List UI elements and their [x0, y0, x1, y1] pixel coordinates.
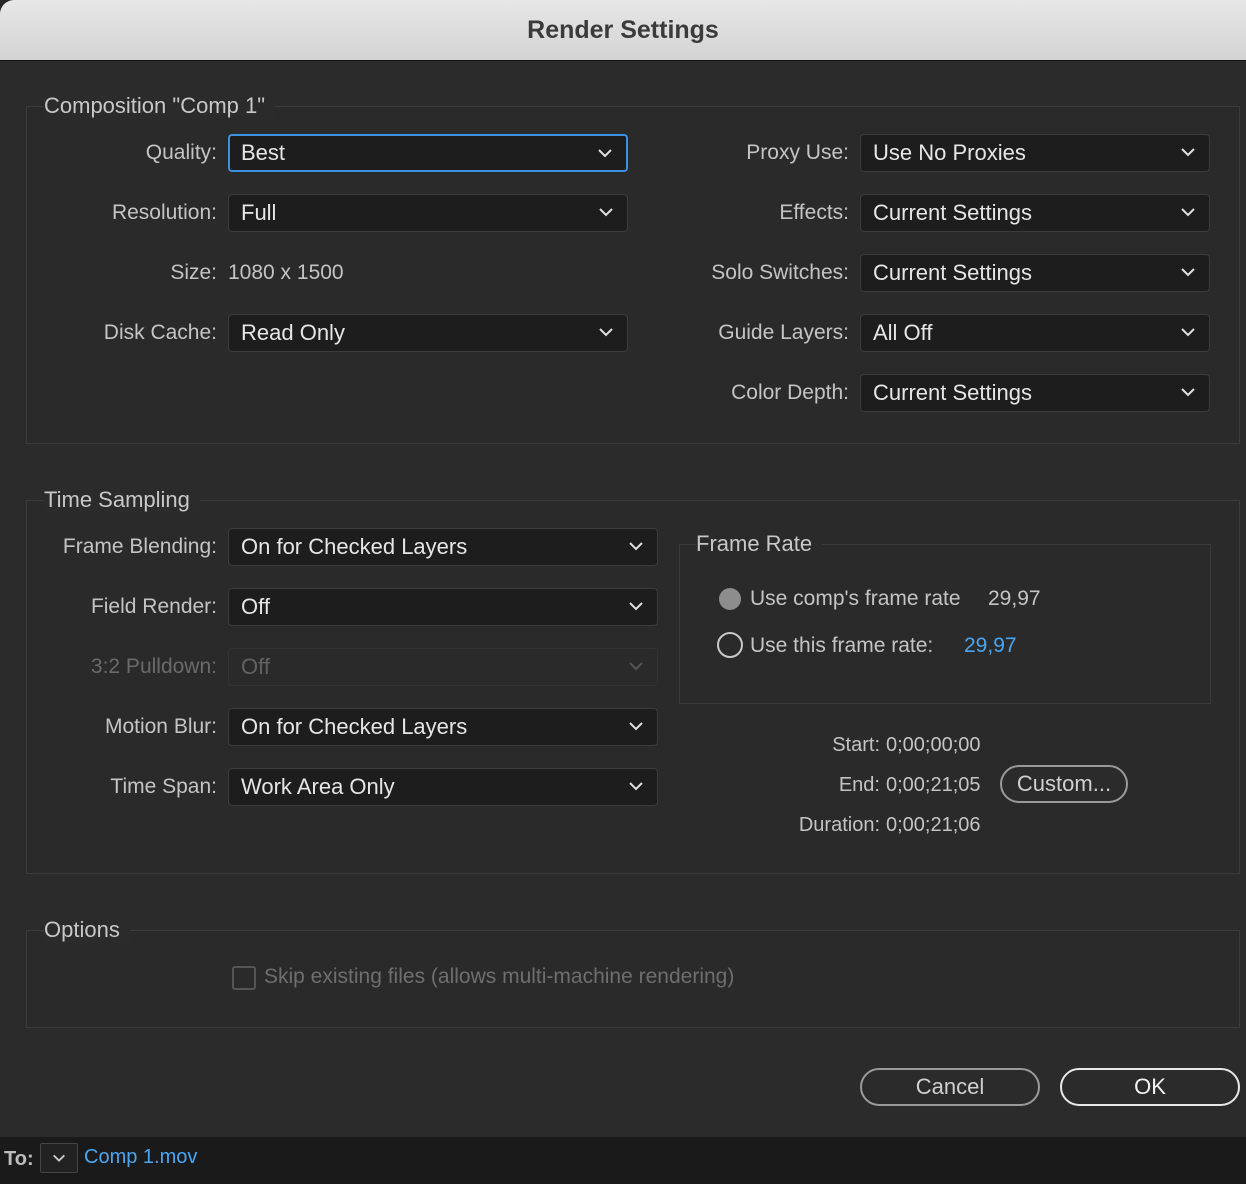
chevron-down-icon — [51, 1150, 67, 1171]
render-settings-dialog: Composition "Comp 1" Quality: Best Resol… — [0, 61, 1246, 1137]
frame-blending-dropdown[interactable]: On for Checked Layers — [228, 528, 658, 566]
disk-cache-dropdown[interactable]: Read Only — [228, 314, 628, 352]
quality-label: Quality: — [145, 141, 217, 164]
start-value: 0;00;00;00 — [886, 734, 981, 756]
solo-switches-label: Solo Switches: — [711, 261, 849, 284]
resolution-dropdown[interactable]: Full — [228, 194, 628, 232]
resolution-label: Resolution: — [111, 201, 217, 224]
window-title: Render Settings — [527, 16, 719, 44]
quality-value: Best — [241, 140, 286, 165]
color-depth-value: Current Settings — [873, 380, 1032, 405]
frame-blending-value: On for Checked Layers — [241, 534, 468, 559]
pulldown-label: 3:2 Pulldown: — [90, 655, 217, 678]
solo-switches-dropdown[interactable]: Current Settings — [860, 254, 1210, 292]
color-depth-dropdown[interactable]: Current Settings — [860, 374, 1210, 412]
start-label: Start: — [832, 734, 880, 756]
render-queue-bar: To: Comp 1.mov — [0, 1137, 1246, 1184]
use-this-frame-rate-label[interactable]: Use this frame rate: — [750, 634, 933, 658]
chevron-down-icon — [597, 203, 615, 221]
guide-layers-value: All Off — [873, 320, 933, 345]
guide-layers-label: Guide Layers: — [718, 321, 849, 344]
proxy-use-value: Use No Proxies — [873, 140, 1026, 165]
effects-label: Effects: — [779, 201, 849, 224]
use-comp-frame-rate-radio[interactable] — [719, 588, 741, 610]
time-span-dropdown[interactable]: Work Area Only — [228, 768, 658, 806]
pulldown-dropdown: Off — [228, 648, 658, 686]
field-render-label: Field Render: — [90, 595, 217, 618]
proxy-use-dropdown[interactable]: Use No Proxies — [860, 134, 1210, 172]
field-render-value: Off — [241, 594, 270, 619]
chevron-down-icon — [627, 597, 645, 615]
frame-blending-label: Frame Blending: — [62, 535, 217, 558]
solo-switches-value: Current Settings — [873, 260, 1032, 285]
output-format-dropdown[interactable] — [40, 1143, 78, 1173]
chevron-down-icon — [627, 717, 645, 735]
options-group-title: Options — [44, 917, 130, 943]
color-depth-label: Color Depth: — [731, 381, 849, 404]
chevron-down-icon — [596, 144, 614, 162]
quality-dropdown[interactable]: Best — [228, 134, 628, 172]
use-comp-frame-rate-label[interactable]: Use comp's frame rate — [750, 587, 961, 611]
cancel-button[interactable]: Cancel — [860, 1068, 1040, 1106]
effects-dropdown[interactable]: Current Settings — [860, 194, 1210, 232]
duration-value: 0;00;21;06 — [886, 814, 981, 836]
custom-button[interactable]: Custom... — [1000, 765, 1128, 803]
chevron-down-icon — [627, 537, 645, 555]
effects-value: Current Settings — [873, 200, 1032, 225]
ok-button[interactable]: OK — [1060, 1068, 1240, 1106]
motion-blur-dropdown[interactable]: On for Checked Layers — [228, 708, 658, 746]
disk-cache-value: Read Only — [241, 320, 345, 345]
time-span-value: Work Area Only — [241, 774, 395, 799]
chevron-down-icon — [1179, 263, 1197, 281]
frame-rate-group-title: Frame Rate — [696, 531, 823, 557]
motion-blur-label: Motion Blur: — [104, 715, 217, 738]
chevron-down-icon — [597, 323, 615, 341]
duration-label: Duration: — [798, 814, 880, 836]
field-render-dropdown[interactable]: Off — [228, 588, 658, 626]
output-file-link[interactable]: Comp 1.mov — [84, 1146, 197, 1169]
guide-layers-dropdown[interactable]: All Off — [860, 314, 1210, 352]
chevron-down-icon — [627, 777, 645, 795]
chevron-down-icon — [627, 657, 645, 675]
chevron-down-icon — [1179, 323, 1197, 341]
composition-group-title: Composition "Comp 1" — [44, 93, 276, 119]
chevron-down-icon — [1179, 203, 1197, 221]
disk-cache-label: Disk Cache: — [103, 321, 217, 344]
end-label: End: — [838, 774, 880, 796]
size-label: Size: — [170, 261, 217, 284]
end-value: 0;00;21;05 — [886, 774, 981, 796]
proxy-use-label: Proxy Use: — [746, 141, 849, 164]
to-label: To: — [4, 1148, 34, 1170]
this-frame-rate-value[interactable]: 29,97 — [964, 634, 1017, 658]
comp-frame-rate-value: 29,97 — [988, 587, 1041, 610]
motion-blur-value: On for Checked Layers — [241, 714, 468, 739]
time-sampling-group-title: Time Sampling — [44, 487, 200, 513]
frame-rate-group — [679, 544, 1211, 704]
resolution-value: Full — [241, 200, 277, 225]
time-span-label: Time Span: — [110, 775, 217, 798]
chevron-down-icon — [1179, 383, 1197, 401]
chevron-down-icon — [1179, 143, 1197, 161]
skip-existing-label: Skip existing files (allows multi-machin… — [264, 965, 735, 988]
pulldown-value: Off — [241, 654, 270, 679]
skip-existing-checkbox — [232, 966, 256, 990]
use-this-frame-rate-radio[interactable] — [717, 632, 743, 658]
title-bar: Render Settings — [0, 0, 1246, 61]
size-value: 1080 x 1500 — [228, 261, 344, 284]
